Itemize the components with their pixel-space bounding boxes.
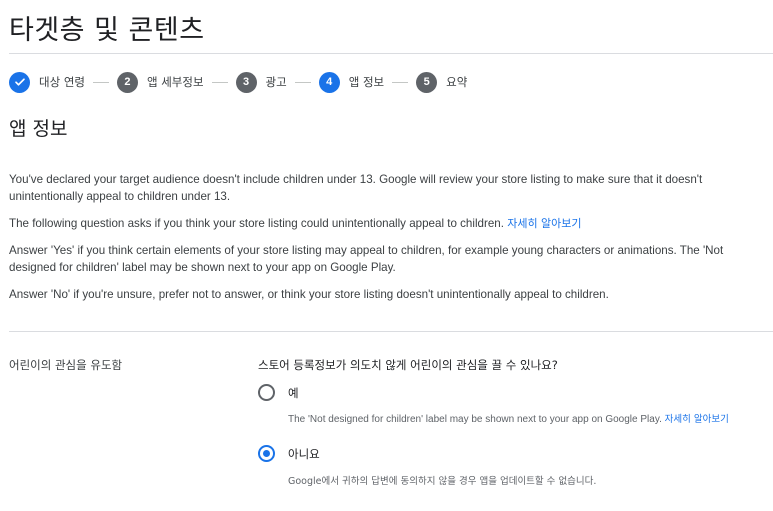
paragraph-question-intro: The following question asks if you think…	[9, 215, 749, 232]
learn-more-link[interactable]: 자세히 알아보기	[665, 414, 729, 425]
step-number: 4	[318, 71, 340, 93]
title-divider	[9, 53, 773, 54]
description-text: Google에서 귀하의 답변에 동의하지 않을 경우 앱을 업데이트할 수 없…	[288, 476, 597, 487]
step-number: 2	[116, 71, 138, 93]
step-app-info[interactable]: 4 앱 정보	[318, 71, 385, 93]
paragraph-yes-guidance: Answer 'Yes' if you think certain elemen…	[9, 244, 724, 274]
description-text: The 'Not designed for children' label ma…	[288, 414, 662, 425]
step-ads[interactable]: 3 광고	[235, 71, 287, 93]
step-label: 광고	[265, 75, 287, 89]
radio-button-no[interactable]	[258, 445, 275, 462]
radio-description-yes: The 'Not designed for children' label ma…	[288, 411, 729, 425]
section-divider	[9, 331, 773, 332]
step-summary[interactable]: 5 요약	[416, 71, 468, 93]
check-icon	[9, 71, 30, 93]
page-title: 타겟층 및 콘텐츠	[9, 15, 205, 46]
step-label: 요약	[446, 75, 468, 89]
radio-label: 예	[288, 385, 299, 400]
paragraph-text: The following question asks if you think…	[9, 217, 504, 230]
step-app-details[interactable]: 2 앱 세부정보	[116, 71, 204, 93]
step-number: 3	[235, 71, 257, 93]
paragraph-no-guidance: Answer 'No' if you're unsure, prefer not…	[9, 288, 609, 301]
radio-description-no: Google에서 귀하의 답변에 동의하지 않을 경우 앱을 업데이트할 수 없…	[288, 473, 596, 487]
step-separator	[392, 81, 409, 83]
page: 타겟층 및 콘텐츠 대상 연령 2 앱 세부정보 3 광고 4 앱 정보 5 요…	[0, 0, 773, 511]
info-paragraphs: You've declared your target audience doe…	[9, 171, 749, 313]
learn-more-link[interactable]: 자세히 알아보기	[507, 217, 581, 230]
stepper: 대상 연령 2 앱 세부정보 3 광고 4 앱 정보 5 요약	[9, 71, 467, 93]
radio-option-no[interactable]: 아니요	[258, 445, 320, 462]
step-number: 5	[416, 71, 438, 93]
radio-label: 아니요	[288, 446, 320, 461]
section-title: 앱 정보	[9, 118, 68, 140]
step-label: 앱 세부정보	[146, 75, 204, 89]
step-separator	[211, 81, 228, 83]
step-target-age[interactable]: 대상 연령	[9, 71, 85, 93]
radio-button-yes[interactable]	[258, 384, 275, 401]
radio-option-yes[interactable]: 예	[258, 384, 299, 401]
step-label: 대상 연령	[39, 75, 85, 89]
appeal-question: 스토어 등록정보가 의도치 않게 어린이의 관심을 끌 수 있나요?	[258, 358, 558, 372]
step-separator	[92, 81, 109, 83]
paragraph-declaration: You've declared your target audience doe…	[9, 173, 703, 203]
step-separator	[294, 81, 311, 83]
field-label: 어린이의 관심을 유도함	[9, 358, 123, 372]
step-label: 앱 정보	[348, 75, 385, 89]
